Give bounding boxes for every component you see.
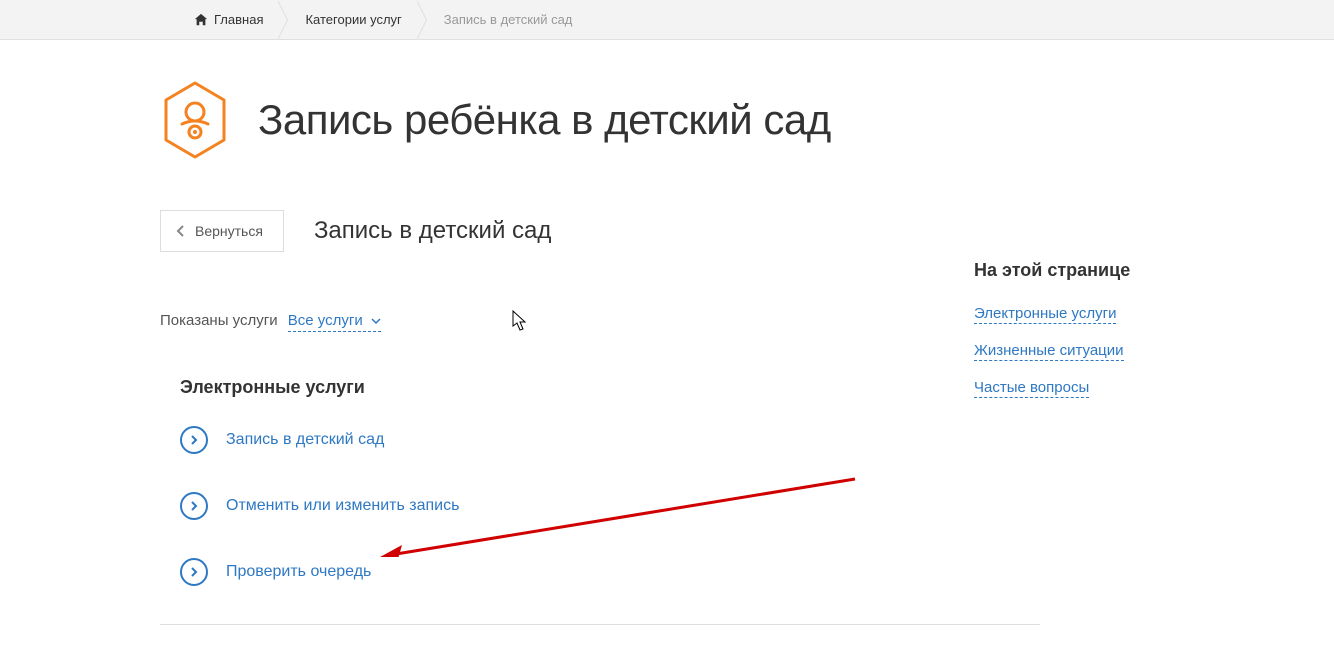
sidebar-link-eservices[interactable]: Электронные услуги — [974, 305, 1116, 324]
breadcrumb-categories-label: Категории услуг — [305, 12, 401, 27]
service-list: Запись в детский сад Отменить или измени… — [180, 426, 1334, 586]
page-title: Запись ребёнка в детский сад — [258, 96, 831, 144]
back-button[interactable]: Вернуться — [160, 210, 284, 252]
service-link[interactable]: Отменить или изменить запись — [226, 497, 459, 515]
breadcrumb-categories[interactable]: Категории услуг — [291, 0, 415, 40]
filter-label: Показаны услуги — [160, 312, 278, 329]
arrow-circle-icon — [180, 492, 208, 520]
arrow-circle-icon — [180, 426, 208, 454]
arrow-circle-icon — [180, 558, 208, 586]
sidebar-link-faq[interactable]: Частые вопросы — [974, 379, 1089, 398]
breadcrumb-current-label: Запись в детский сад — [444, 12, 573, 27]
service-item-check-queue[interactable]: Проверить очередь — [180, 558, 1334, 586]
filter-selected: Все услуги — [288, 312, 363, 329]
chevron-down-icon — [371, 317, 381, 325]
service-item-cancel[interactable]: Отменить или изменить запись — [180, 492, 1334, 520]
home-icon — [194, 13, 208, 27]
filter-dropdown[interactable]: Все услуги — [288, 312, 381, 332]
page-header: Запись ребёнка в детский сад — [160, 80, 1334, 160]
subtitle: Запись в детский сад — [314, 217, 551, 245]
breadcrumb: Главная Категории услуг Запись в детский… — [0, 0, 1334, 40]
sidebar: На этой странице Электронные услуги Жизн… — [974, 260, 1194, 416]
sidebar-title: На этой странице — [974, 260, 1194, 281]
breadcrumb-current: Запись в детский сад — [430, 0, 587, 40]
subheader-row: Вернуться Запись в детский сад — [160, 210, 1334, 252]
service-item-enroll[interactable]: Запись в детский сад — [180, 426, 1334, 454]
service-link[interactable]: Проверить очередь — [226, 563, 371, 581]
service-link[interactable]: Запись в детский сад — [226, 431, 384, 449]
back-button-label: Вернуться — [195, 223, 263, 239]
breadcrumb-home-label: Главная — [214, 12, 263, 27]
chevron-left-icon — [175, 225, 187, 237]
sidebar-link-life[interactable]: Жизненные ситуации — [974, 342, 1124, 361]
divider — [160, 624, 1040, 625]
breadcrumb-home[interactable]: Главная — [180, 0, 277, 40]
pacifier-hex-icon — [160, 80, 230, 160]
